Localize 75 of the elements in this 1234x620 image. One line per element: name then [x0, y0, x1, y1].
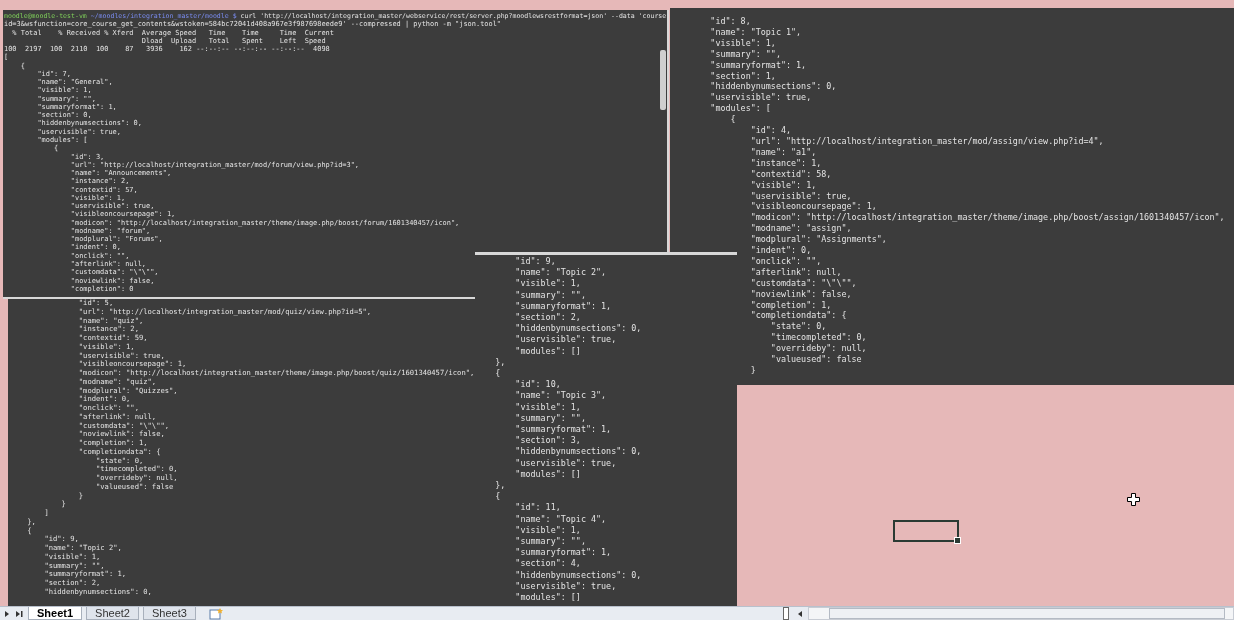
code-line: "hiddenbynumsections": 0, [514, 446, 642, 458]
code-line: "modules": [ [709, 103, 771, 115]
code-line: "modicon": "http://localhost/integration_master/theme/image.php/boost/assign/1601340457/icon", [749, 212, 1225, 224]
code-line: "id": 8, [709, 16, 751, 27]
sheet-tab[interactable]: Sheet2 [86, 607, 139, 620]
code-line: "timecompleted": 0, [769, 332, 867, 344]
code-line: "completiondata": { [749, 310, 847, 322]
code-line: "afterlink": null, [749, 266, 842, 278]
code-line: "url": "http://localhost/integration_master/mod/assign/view.php?id=4", [749, 135, 1104, 147]
code-line: "uservisible": true, [514, 580, 617, 593]
code-line: "id": 9, [514, 256, 556, 268]
code-line: "uservisible": true, [709, 92, 812, 104]
code-line: "id": 10, [514, 379, 561, 391]
code-line: "state": 0, [769, 321, 827, 333]
code-line: "completion": 1, [749, 299, 832, 311]
code-line: "summaryformat": 1, [709, 59, 807, 71]
code-line: "noviewlink": false, [749, 288, 852, 300]
code-line: "visible": 1, [514, 524, 581, 537]
code-line: "id": 11, [514, 502, 561, 514]
code-line: { [729, 114, 736, 126]
code-line: "indent": 0, [749, 245, 812, 256]
code-line: "name": "Topic 1", [709, 26, 802, 38]
code-line: "onclick": "", [749, 255, 822, 267]
code-line: "modules": [] [514, 592, 581, 604]
horizontal-scrollbar[interactable] [808, 607, 1234, 620]
code-line: "visible": 1, [514, 278, 581, 290]
sheet-tab[interactable]: Sheet3 [142, 607, 196, 620]
scroll-left-icon[interactable] [796, 608, 804, 619]
code-line: "summary": "", [514, 536, 586, 548]
code-line: { [494, 491, 501, 503]
code-line: { [494, 368, 501, 380]
code-line: "modules": [] [514, 345, 581, 357]
code-line: "hiddenbynumsections": 0, [709, 81, 837, 93]
code-line: "id": 4, [749, 125, 791, 136]
code-line: "section": 2, [514, 312, 581, 324]
code-line: "hiddenbynumsections": 0, [514, 569, 642, 581]
code-line: "customdata": "\"\"", [749, 277, 857, 289]
code-line: "name": "Topic 4", [514, 513, 607, 525]
code-line: "hiddenbynumsections": 0, [514, 323, 642, 335]
code-line: "modplural": "Assignments", [749, 234, 887, 246]
code-line: "uservisible": true, [749, 190, 852, 202]
code-line: "summaryformat": 1, [514, 547, 612, 559]
code-line: "summaryformat": 1, [514, 424, 612, 436]
code-line: "name": "a1", [749, 146, 817, 158]
code-line: "visible": 1, [514, 401, 581, 413]
code-line: "summary": "", [514, 412, 586, 425]
code-line: "modname": "assign", [749, 223, 852, 235]
split-handle[interactable] [783, 607, 789, 620]
code-line: "visible": 1, [749, 179, 817, 191]
code-line: "summaryformat": 1, [514, 300, 612, 312]
code-line: } [749, 365, 756, 376]
code-line: "modules": [] [514, 468, 581, 481]
code-line: "uservisible": true, [514, 457, 617, 469]
code-line: }, [494, 356, 506, 369]
first-sheet-icon[interactable] [3, 608, 11, 619]
code-line: "valueused": false [769, 354, 862, 365]
code-line: "name": "Topic 3", [514, 390, 607, 402]
code-line: "section": 1, [709, 70, 776, 82]
sheet-tab[interactable]: Sheet1 [28, 607, 83, 620]
code-line: "visibleoncoursepage": 1, [749, 201, 877, 213]
code-line: "name": "Topic 2", [514, 267, 607, 279]
last-sheet-icon[interactable] [14, 608, 24, 619]
code-line: "section": 4, [514, 558, 581, 570]
code-line: }, [494, 480, 506, 492]
scroll-thumb[interactable] [829, 608, 1225, 619]
code-line: "instance": 1, [749, 157, 822, 169]
code-line: "section": 3, [514, 435, 581, 447]
selected-cell[interactable] [893, 520, 959, 542]
code-line: "overrideby": null, [769, 343, 867, 355]
code-line: "contextid": 58, [749, 168, 832, 180]
code-line: "uservisible": true, [514, 334, 617, 346]
code-line: "summary": "", [514, 289, 586, 301]
code-line: "visible": 1, [709, 37, 776, 49]
cross-cursor-icon [1127, 493, 1140, 506]
code-line: "summary": "", [709, 48, 781, 60]
